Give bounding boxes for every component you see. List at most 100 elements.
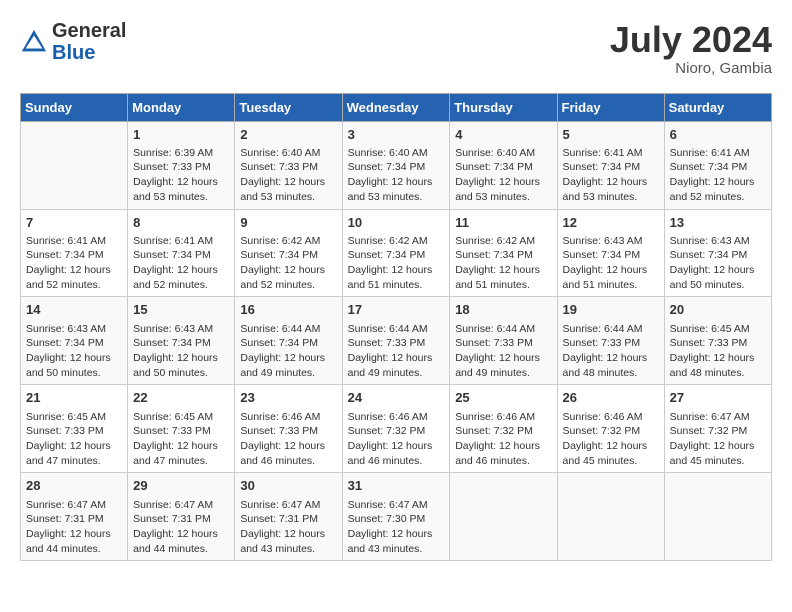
weekday-header-friday: Friday xyxy=(557,93,664,121)
cell-sun-info: Sunrise: 6:40 AM Sunset: 7:34 PM Dayligh… xyxy=(348,146,445,205)
calendar-cell: 13Sunrise: 6:43 AM Sunset: 7:34 PM Dayli… xyxy=(664,209,771,297)
calendar-week-row: 7 Sunrise: 6:41 AM Sunset: 7:34 PM Daylig… xyxy=(21,209,772,297)
cell-sun-info: Sunrise: 6:39 AM Sunset: 7:33 PM Dayligh… xyxy=(133,146,229,205)
day-number: 14 xyxy=(26,301,122,319)
day-number: 18 xyxy=(455,301,551,319)
calendar-week-row: 28 Sunrise: 6:47 AM Sunset: 7:31 PM Dayli… xyxy=(21,473,772,561)
cell-sun-info: Sunrise: 6:44 AM Sunset: 7:33 PM Dayligh… xyxy=(455,322,551,381)
day-number: 4 xyxy=(455,126,551,144)
day-number: 20 xyxy=(670,301,766,319)
calendar-cell: 24 Sunrise: 6:46 AM Sunset: 7:32 PM Dayli… xyxy=(342,385,450,473)
calendar-cell: 27 Sunrise: 6:47 AM Sunset: 7:32 PM Dayli… xyxy=(664,385,771,473)
weekday-header-wednesday: Wednesday xyxy=(342,93,450,121)
day-number: 10 xyxy=(348,214,445,232)
calendar-cell: 4 Sunrise: 6:40 AM Sunset: 7:34 PM Daylig… xyxy=(450,121,557,209)
calendar-cell: 16 Sunrise: 6:44 AM Sunset: 7:34 PM Dayli… xyxy=(235,297,342,385)
cell-sun-info: Sunrise: 6:46 AM Sunset: 7:32 PM Dayligh… xyxy=(348,410,445,469)
day-number: 22 xyxy=(133,389,229,407)
calendar-cell: 17 Sunrise: 6:44 AM Sunset: 7:33 PM Dayli… xyxy=(342,297,450,385)
calendar-cell: 6Sunrise: 6:41 AM Sunset: 7:34 PM Daylig… xyxy=(664,121,771,209)
cell-sun-info: Sunrise: 6:41 AM Sunset: 7:34 PM Dayligh… xyxy=(563,146,659,205)
cell-sun-info: Sunrise: 6:41 AM Sunset: 7:34 PM Dayligh… xyxy=(670,146,766,205)
calendar-cell: 26 Sunrise: 6:46 AM Sunset: 7:32 PM Dayli… xyxy=(557,385,664,473)
cell-sun-info: Sunrise: 6:45 AM Sunset: 7:33 PM Dayligh… xyxy=(670,322,766,381)
calendar-cell: 14Sunrise: 6:43 AM Sunset: 7:34 PM Dayli… xyxy=(21,297,128,385)
calendar-week-row: 14Sunrise: 6:43 AM Sunset: 7:34 PM Dayli… xyxy=(21,297,772,385)
calendar-cell: 22Sunrise: 6:45 AM Sunset: 7:33 PM Dayli… xyxy=(128,385,235,473)
calendar-cell: 29Sunrise: 6:47 AM Sunset: 7:31 PM Dayli… xyxy=(128,473,235,561)
cell-sun-info: Sunrise: 6:47 AM Sunset: 7:31 PM Dayligh… xyxy=(26,498,122,557)
page-header: General Blue July 2024 Nioro, Gambia xyxy=(20,20,772,77)
day-number: 24 xyxy=(348,389,445,407)
day-number: 28 xyxy=(26,477,122,495)
calendar-cell: 2 Sunrise: 6:40 AM Sunset: 7:33 PM Daylig… xyxy=(235,121,342,209)
calendar-cell: 25 Sunrise: 6:46 AM Sunset: 7:32 PM Dayli… xyxy=(450,385,557,473)
day-number: 27 xyxy=(670,389,766,407)
day-number: 25 xyxy=(455,389,551,407)
cell-sun-info: Sunrise: 6:46 AM Sunset: 7:32 PM Dayligh… xyxy=(455,410,551,469)
weekday-header-monday: Monday xyxy=(128,93,235,121)
calendar-cell: 10 Sunrise: 6:42 AM Sunset: 7:34 PM Dayli… xyxy=(342,209,450,297)
cell-sun-info: Sunrise: 6:47 AM Sunset: 7:31 PM Dayligh… xyxy=(133,498,229,557)
weekday-header-sunday: Sunday xyxy=(21,93,128,121)
weekday-header-row: SundayMondayTuesdayWednesdayThursdayFrid… xyxy=(21,93,772,121)
cell-sun-info: Sunrise: 6:43 AM Sunset: 7:34 PM Dayligh… xyxy=(670,234,766,293)
cell-sun-info: Sunrise: 6:46 AM Sunset: 7:32 PM Dayligh… xyxy=(563,410,659,469)
calendar-table: SundayMondayTuesdayWednesdayThursdayFrid… xyxy=(20,93,772,562)
cell-sun-info: Sunrise: 6:44 AM Sunset: 7:34 PM Dayligh… xyxy=(240,322,336,381)
day-number: 21 xyxy=(26,389,122,407)
cell-sun-info: Sunrise: 6:41 AM Sunset: 7:34 PM Dayligh… xyxy=(133,234,229,293)
calendar-cell: 3Sunrise: 6:40 AM Sunset: 7:34 PM Daylig… xyxy=(342,121,450,209)
calendar-cell: 9Sunrise: 6:42 AM Sunset: 7:34 PM Daylig… xyxy=(235,209,342,297)
calendar-week-row: 21Sunrise: 6:45 AM Sunset: 7:33 PM Dayli… xyxy=(21,385,772,473)
day-number: 7 xyxy=(26,214,122,232)
cell-sun-info: Sunrise: 6:41 AM Sunset: 7:34 PM Dayligh… xyxy=(26,234,122,293)
calendar-cell: 28 Sunrise: 6:47 AM Sunset: 7:31 PM Dayli… xyxy=(21,473,128,561)
calendar-cell: 8 Sunrise: 6:41 AM Sunset: 7:34 PM Daylig… xyxy=(128,209,235,297)
calendar-cell: 7 Sunrise: 6:41 AM Sunset: 7:34 PM Daylig… xyxy=(21,209,128,297)
calendar-cell: 23 Sunrise: 6:46 AM Sunset: 7:33 PM Dayli… xyxy=(235,385,342,473)
day-number: 30 xyxy=(240,477,336,495)
day-number: 15 xyxy=(133,301,229,319)
cell-sun-info: Sunrise: 6:44 AM Sunset: 7:33 PM Dayligh… xyxy=(348,322,445,381)
cell-sun-info: Sunrise: 6:47 AM Sunset: 7:30 PM Dayligh… xyxy=(348,498,445,557)
weekday-header-saturday: Saturday xyxy=(664,93,771,121)
cell-sun-info: Sunrise: 6:40 AM Sunset: 7:34 PM Dayligh… xyxy=(455,146,551,205)
calendar-cell: 19 Sunrise: 6:44 AM Sunset: 7:33 PM Dayli… xyxy=(557,297,664,385)
cell-sun-info: Sunrise: 6:42 AM Sunset: 7:34 PM Dayligh… xyxy=(348,234,445,293)
calendar-cell: 21Sunrise: 6:45 AM Sunset: 7:33 PM Dayli… xyxy=(21,385,128,473)
day-number: 2 xyxy=(240,126,336,144)
cell-sun-info: Sunrise: 6:43 AM Sunset: 7:34 PM Dayligh… xyxy=(563,234,659,293)
logo-icon xyxy=(20,28,48,56)
month-year-title: July 2024 xyxy=(610,20,772,60)
day-number: 19 xyxy=(563,301,659,319)
calendar-cell: 18 Sunrise: 6:44 AM Sunset: 7:33 PM Dayli… xyxy=(450,297,557,385)
logo-text: General Blue xyxy=(52,20,126,64)
cell-sun-info: Sunrise: 6:47 AM Sunset: 7:32 PM Dayligh… xyxy=(670,410,766,469)
day-number: 9 xyxy=(240,214,336,232)
cell-sun-info: Sunrise: 6:44 AM Sunset: 7:33 PM Dayligh… xyxy=(563,322,659,381)
cell-sun-info: Sunrise: 6:40 AM Sunset: 7:33 PM Dayligh… xyxy=(240,146,336,205)
logo: General Blue xyxy=(20,20,126,64)
calendar-cell xyxy=(450,473,557,561)
logo-blue: Blue xyxy=(52,42,95,64)
day-number: 11 xyxy=(455,214,551,232)
logo-general: General xyxy=(52,20,126,42)
calendar-cell: 1Sunrise: 6:39 AM Sunset: 7:33 PM Daylig… xyxy=(128,121,235,209)
day-number: 26 xyxy=(563,389,659,407)
calendar-cell: 5 Sunrise: 6:41 AM Sunset: 7:34 PM Daylig… xyxy=(557,121,664,209)
calendar-cell xyxy=(664,473,771,561)
title-block: July 2024 Nioro, Gambia xyxy=(610,20,772,77)
calendar-cell: 31Sunrise: 6:47 AM Sunset: 7:30 PM Dayli… xyxy=(342,473,450,561)
cell-sun-info: Sunrise: 6:46 AM Sunset: 7:33 PM Dayligh… xyxy=(240,410,336,469)
day-number: 12 xyxy=(563,214,659,232)
calendar-cell: 12 Sunrise: 6:43 AM Sunset: 7:34 PM Dayli… xyxy=(557,209,664,297)
day-number: 17 xyxy=(348,301,445,319)
day-number: 23 xyxy=(240,389,336,407)
cell-sun-info: Sunrise: 6:42 AM Sunset: 7:34 PM Dayligh… xyxy=(455,234,551,293)
day-number: 5 xyxy=(563,126,659,144)
day-number: 16 xyxy=(240,301,336,319)
calendar-cell: 15Sunrise: 6:43 AM Sunset: 7:34 PM Dayli… xyxy=(128,297,235,385)
weekday-header-thursday: Thursday xyxy=(450,93,557,121)
day-number: 8 xyxy=(133,214,229,232)
